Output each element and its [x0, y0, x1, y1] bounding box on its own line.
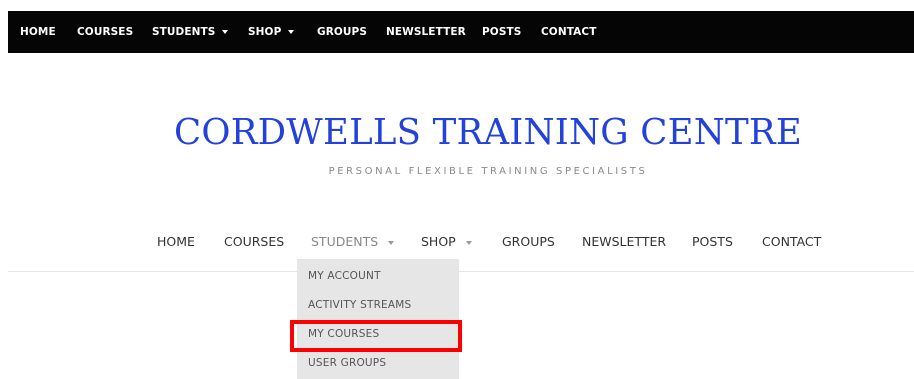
main-nav-posts-label: POSTS	[692, 234, 733, 249]
dropdown-item-activity-streams[interactable]: ACTIVITY STREAMS	[308, 295, 411, 315]
main-nav-groups[interactable]: GROUPS	[502, 225, 555, 259]
main-nav-posts[interactable]: POSTS	[692, 225, 733, 259]
highlight-box	[290, 320, 462, 352]
top-nav-groups[interactable]: GROUPS	[317, 11, 367, 53]
top-nav-students[interactable]: STUDENTS	[152, 11, 229, 53]
main-nav-courses-label: COURSES	[224, 234, 285, 249]
top-nav-courses-label: COURSES	[77, 26, 134, 38]
main-nav-groups-label: GROUPS	[502, 234, 555, 249]
main-nav-students[interactable]: STUDENTS	[311, 225, 395, 259]
main-nav-home[interactable]: HOME	[157, 225, 195, 259]
site-tagline: PERSONAL FLEXIBLE TRAINING SPECIALISTS	[328, 166, 648, 177]
top-nav-students-label: STUDENTS	[152, 26, 216, 38]
top-nav-bar: HOME COURSES STUDENTS SHOP GROUPS NEWSLE…	[8, 11, 914, 53]
top-nav-newsletter[interactable]: NEWSLETTER	[386, 11, 466, 53]
top-nav-shop-label: SHOP	[248, 26, 282, 38]
top-nav-courses[interactable]: COURSES	[77, 11, 133, 53]
nav-divider	[8, 271, 914, 272]
top-nav-newsletter-label: NEWSLETTER	[386, 26, 466, 38]
students-dropdown-menu: MY ACCOUNT ACTIVITY STREAMS MY COURSES U…	[297, 259, 459, 379]
chevron-down-icon	[388, 240, 395, 245]
main-nav-contact[interactable]: CONTACT	[762, 225, 821, 259]
dropdown-item-user-groups[interactable]: USER GROUPS	[308, 353, 386, 373]
chevron-down-icon	[222, 30, 229, 34]
top-nav-contact[interactable]: CONTACT	[541, 11, 596, 53]
top-nav-contact-label: CONTACT	[541, 26, 597, 38]
main-nav-home-label: HOME	[157, 234, 195, 249]
main-nav-contact-label: CONTACT	[762, 234, 822, 249]
chevron-down-icon	[465, 240, 472, 245]
main-nav-shop-label: SHOP	[421, 234, 456, 249]
top-nav-shop[interactable]: SHOP	[248, 11, 295, 53]
main-nav-shop[interactable]: SHOP	[421, 225, 472, 259]
dropdown-item-my-account[interactable]: MY ACCOUNT	[308, 266, 381, 286]
top-nav-groups-label: GROUPS	[317, 26, 368, 38]
page: HOME COURSES STUDENTS SHOP GROUPS NEWSLE…	[0, 0, 914, 379]
top-nav-posts-label: POSTS	[482, 26, 522, 38]
main-nav-students-label: STUDENTS	[311, 234, 379, 249]
top-nav-posts[interactable]: POSTS	[482, 11, 521, 53]
top-nav-home-label: HOME	[20, 26, 56, 38]
main-nav: HOME COURSES STUDENTS SHOP GROUPS NEWSLE…	[0, 225, 914, 259]
top-nav-home[interactable]: HOME	[20, 11, 56, 53]
chevron-down-icon	[288, 30, 295, 34]
main-nav-courses[interactable]: COURSES	[224, 225, 284, 259]
main-nav-newsletter[interactable]: NEWSLETTER	[582, 225, 666, 259]
main-nav-newsletter-label: NEWSLETTER	[582, 234, 667, 249]
site-title[interactable]: CORDWELLS TRAINING CENTRE	[148, 111, 828, 155]
